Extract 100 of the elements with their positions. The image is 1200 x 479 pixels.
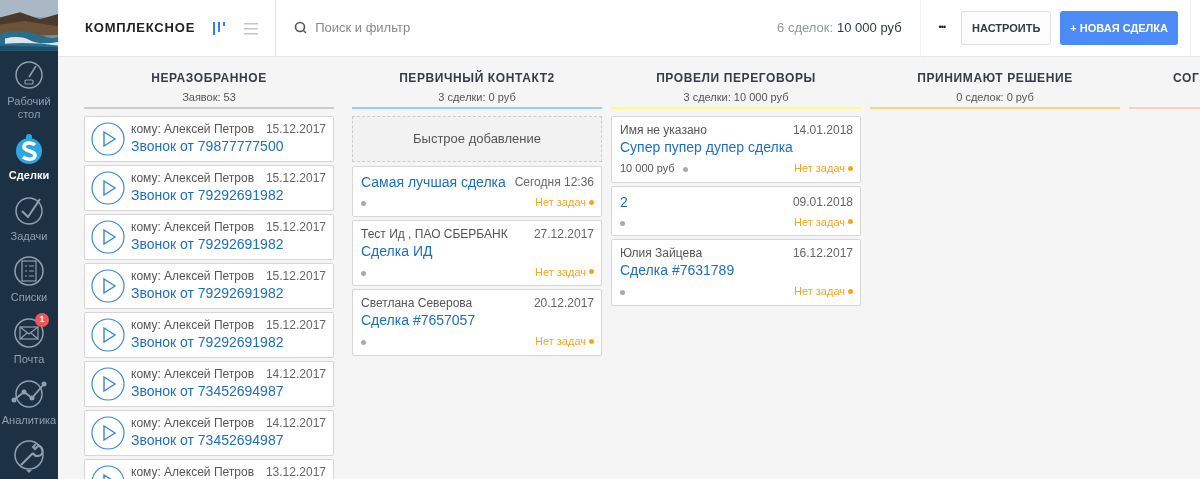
deal-date: 09.01.2018 — [792, 193, 853, 211]
call-card[interactable]: кому: Алексей Петров 15.12.2017 Звонок от 79292691982 — [84, 312, 334, 358]
contact-name: Светлана Северова — [361, 296, 473, 311]
play-icon[interactable] — [91, 269, 125, 303]
deal-link[interactable]: Сделка ИД — [361, 242, 433, 259]
deal-date: Сегодня 12:36 — [514, 174, 594, 191]
deal-card[interactable]: Тест Ид , ПАО СБЕРБАНК 27.12.2017 Сделка ИД Нет задач — [352, 219, 602, 286]
call-card[interactable]: кому: Алексей Петров 14.12.2017 Звонок от 73452694987 — [84, 361, 334, 407]
nav-item[interactable]: Списки — [0, 247, 58, 309]
deal-card[interactable]: Юлия Зайцева 16.12.2017 Сделка #7631789 Нет задач — [611, 239, 861, 306]
warning-dot — [848, 288, 853, 294]
deal-total: 10 000 руб — [837, 19, 902, 38]
call-date: 14.12.2017 — [265, 367, 326, 382]
column-title: СОГ — [1173, 70, 1200, 87]
play-icon[interactable] — [91, 220, 125, 254]
status-dot — [682, 167, 688, 172]
deal-count: 6 сделок: — [777, 19, 834, 38]
column-summary: 3 сделки: 0 руб — [437, 90, 517, 105]
recipient-text: кому: Алексей Петров — [131, 318, 254, 333]
nav-item[interactable]: Почта 1 — [0, 308, 58, 370]
play-icon[interactable] — [91, 122, 125, 156]
search-icon — [294, 21, 309, 35]
play-icon[interactable] — [91, 416, 125, 450]
call-card[interactable]: кому: Алексей Петров 15.12.2017 Звонок от 79292691982 — [84, 165, 334, 211]
recipient-text: кому: Алексей Петров — [131, 269, 254, 284]
deal-date: 16.12.2017 — [792, 246, 853, 261]
deal-link[interactable]: Самая лучшая сделка — [361, 173, 506, 191]
play-icon[interactable] — [91, 171, 125, 205]
deal-date: 27.12.2017 — [533, 226, 594, 242]
recipient-text: кому: Алексей Петров — [131, 122, 254, 137]
column-title: НЕРАЗОБРАННОЕ — [150, 70, 268, 87]
deal-price: 10 000 руб — [620, 162, 675, 174]
new-deal-button[interactable]: + НОВАЯ СДЕЛКА — [1060, 11, 1178, 45]
call-card[interactable]: кому: Алексей Петров 14.12.2017 Звонок от 73452694987 — [84, 410, 334, 456]
notification-badge: 1 — [35, 312, 49, 327]
recipient-text: кому: Алексей Петров — [131, 220, 254, 235]
call-link[interactable]: Звонок от 79292691982 — [131, 187, 284, 203]
call-card[interactable]: кому: Алексей Петров 13.12.2017 — [84, 459, 334, 479]
warning-dot — [848, 219, 853, 225]
deal-card[interactable]: 2 09.01.2018 Нет задач — [611, 185, 861, 236]
column-summary: 0 сделок: 0 руб — [955, 90, 1035, 105]
more-button[interactable]: ••• — [934, 17, 950, 39]
tasks-status: Нет задач — [535, 195, 586, 210]
deal-date: 14.01.2018 — [792, 123, 853, 138]
quick-add-button[interactable]: Быстрое добавление — [352, 116, 602, 162]
call-link[interactable]: Звонок от 73452694987 — [131, 383, 284, 399]
deal-link[interactable]: Сделка #7631789 — [620, 262, 735, 278]
column-summary: Заявок: 53 — [181, 90, 237, 105]
contact-name: Имя не указано — [620, 123, 707, 138]
wrench-icon — [11, 437, 47, 473]
deal-card[interactable]: Светлана Северова 20.12.2017 Сделка #7657057 Нет задач — [352, 289, 602, 356]
recipient-text: кому: Алексей Петров — [131, 465, 254, 479]
call-link[interactable]: Звонок от 79292691982 — [131, 285, 284, 301]
column-title: ПРИНИМАЮТ РЕШЕНИЕ — [916, 70, 1074, 87]
call-card[interactable]: кому: Алексей Петров 15.12.2017 Звонок от 79292691982 — [84, 263, 334, 309]
warning-dot — [589, 199, 594, 205]
nav-item[interactable]: Рабочий стол — [0, 50, 58, 126]
deal-link[interactable]: Сделка #7657057 — [361, 312, 476, 328]
nav-item[interactable]: Аналитика — [0, 369, 58, 431]
status-dot — [361, 201, 366, 206]
deal-card[interactable]: Самая лучшая сделка Сегодня 12:36 Нет задач — [352, 166, 602, 217]
contact-name: Тест Ид , ПАО СБЕРБАНК — [361, 226, 508, 242]
warning-dot — [848, 165, 853, 171]
call-link[interactable]: Звонок от 73452694987 — [131, 432, 284, 448]
call-card[interactable]: кому: Алексей Петров 15.12.2017 Звонок от 79292691982 — [84, 214, 334, 260]
board-title: КОМПЛЕКСНОЕ — [85, 19, 196, 38]
tasks-status: Нет задач — [794, 214, 845, 230]
call-date: 15.12.2017 — [265, 318, 326, 333]
status-dot — [361, 340, 366, 345]
deal-date: 20.12.2017 — [533, 296, 594, 311]
call-date: 15.12.2017 — [265, 122, 326, 137]
call-link[interactable]: Звонок от 79877777500 — [131, 138, 284, 154]
recipient-text: кому: Алексей Петров — [131, 171, 254, 186]
contact-name: Юлия Зайцева — [620, 246, 703, 261]
settings-button[interactable]: НАСТРОИТЬ — [961, 11, 1052, 45]
deal-card[interactable]: Имя не указано 14.01.2018 Супер пупер дупер сделка 10 000 руб Нет задач — [611, 116, 861, 183]
status-dot — [620, 290, 625, 295]
nav-item[interactable]: Задачи — [0, 186, 58, 248]
columns-view-icon[interactable] — [211, 20, 228, 36]
deal-link[interactable]: Супер пупер дупер сделка — [620, 139, 793, 155]
call-card[interactable]: кому: Алексей Петров 15.12.2017 Звонок от 79877777500 — [84, 116, 334, 162]
column-summary: 3 сделки: 10 000 руб — [682, 90, 790, 105]
call-link[interactable]: Звонок от 79292691982 — [131, 236, 284, 252]
call-date: 13.12.2017 — [265, 465, 326, 479]
recipient-text: кому: Алексей Петров — [131, 416, 254, 431]
call-date: 15.12.2017 — [265, 269, 326, 284]
call-date: 15.12.2017 — [265, 171, 326, 186]
recipient-text: кому: Алексей Петров — [131, 367, 254, 382]
column-title: ПЕРВИЧНЫЙ КОНТАКТ2 — [398, 69, 556, 87]
nav-item[interactable]: Сделки — [0, 125, 58, 187]
tasks-status: Нет задач — [535, 264, 586, 280]
call-link[interactable]: Звонок от 79292691982 — [131, 334, 284, 350]
deal-link[interactable]: 2 — [620, 192, 628, 211]
warning-dot — [589, 269, 594, 275]
tasks-status: Нет задач — [794, 161, 845, 176]
call-date: 14.12.2017 — [265, 416, 326, 431]
warning-dot — [589, 338, 594, 344]
play-icon[interactable] — [91, 318, 125, 352]
status-dot — [361, 270, 366, 276]
play-icon[interactable] — [91, 367, 125, 401]
